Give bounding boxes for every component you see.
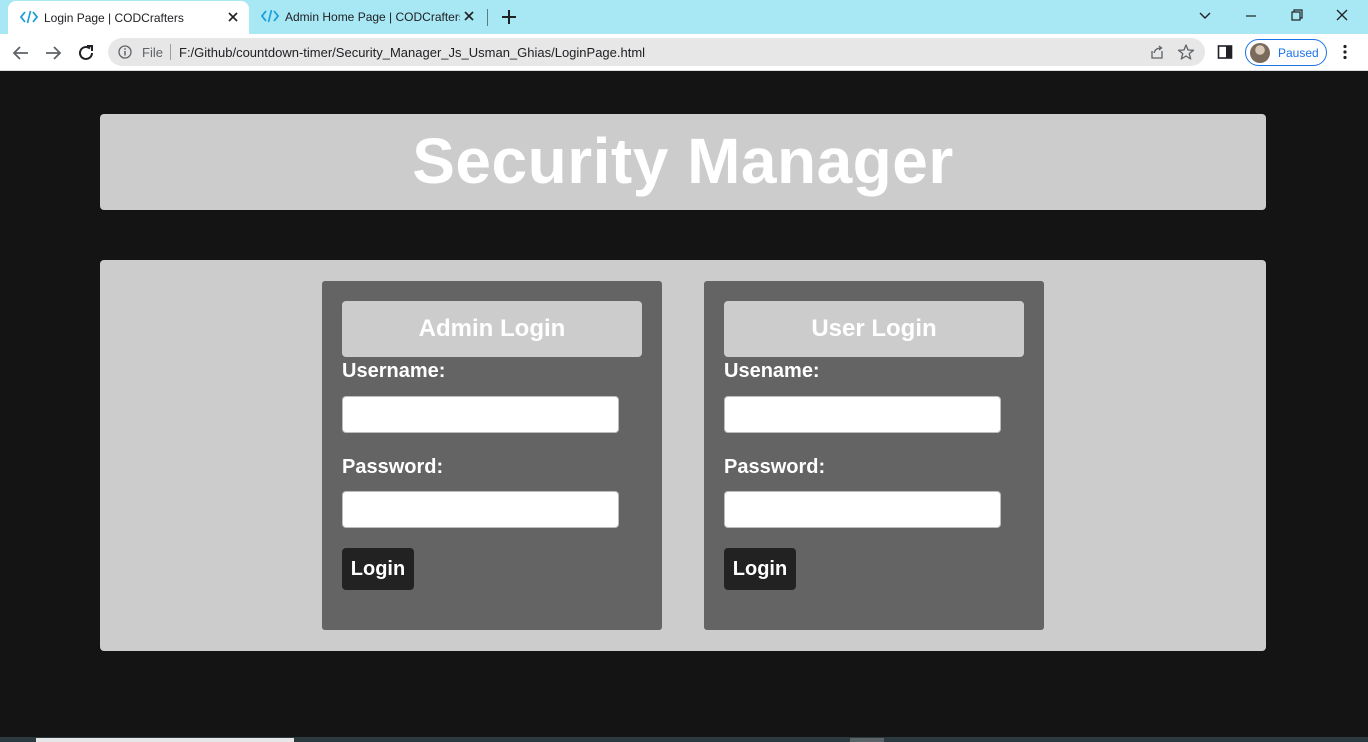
back-arrow-icon[interactable] (10, 42, 32, 64)
code-icon (261, 9, 279, 23)
bookmark-star-icon[interactable] (1177, 43, 1195, 61)
reload-icon[interactable] (75, 42, 97, 64)
profile-status-label: Paused (1278, 46, 1319, 60)
share-icon[interactable] (1149, 44, 1165, 60)
forward-arrow-icon[interactable] (42, 42, 64, 64)
scheme-label: File (142, 45, 163, 60)
admin-username-label: Username: (342, 360, 446, 382)
tab-separator (487, 9, 488, 26)
tab-login-page[interactable]: Login Page | CODCrafters (8, 1, 249, 34)
user-password-input[interactable] (724, 491, 1001, 528)
user-login-button[interactable]: Login (724, 548, 796, 590)
tab-title: Login Page | CODCrafters (44, 11, 184, 25)
admin-password-label: Password: (342, 456, 444, 478)
user-username-label: Usename: (724, 360, 820, 382)
profile-button[interactable]: Paused (1245, 39, 1327, 66)
address-bar[interactable]: File F:/Github/countdown-timer/Security_… (108, 38, 1205, 66)
login-container: Admin Login Username: Password: Login Us… (100, 260, 1266, 651)
close-tab-icon[interactable] (461, 8, 477, 24)
close-tab-icon[interactable] (225, 9, 241, 25)
admin-login-card: Admin Login Username: Password: Login (322, 281, 662, 630)
user-login-heading: User Login (724, 301, 1024, 357)
tab-search-chevron-icon[interactable] (1192, 5, 1218, 25)
side-panel-icon[interactable] (1217, 44, 1233, 60)
info-icon[interactable] (118, 45, 132, 59)
restore-icon[interactable] (1284, 5, 1310, 25)
browser-toolbar: File F:/Github/countdown-timer/Security_… (0, 34, 1368, 71)
user-login-card: User Login Usename: Password: Login (704, 281, 1044, 630)
admin-login-button[interactable]: Login (342, 548, 414, 590)
admin-password-input[interactable] (342, 491, 619, 528)
avatar (1250, 43, 1270, 63)
new-tab-icon[interactable] (499, 7, 519, 27)
admin-username-input[interactable] (342, 396, 619, 433)
user-username-input[interactable] (724, 396, 1001, 433)
tab-strip: Login Page | CODCrafters Admin Home Page… (0, 0, 1368, 34)
more-menu-icon[interactable] (1336, 43, 1354, 61)
address-separator (170, 44, 171, 60)
url-text[interactable]: F:/Github/countdown-timer/Security_Manag… (179, 45, 645, 60)
taskbar-segment (36, 738, 294, 742)
code-icon (20, 10, 38, 24)
taskbar-segment (850, 738, 884, 742)
user-password-label: Password: (724, 456, 826, 478)
minimize-icon[interactable] (1238, 5, 1264, 25)
taskbar-edge (0, 737, 1368, 742)
admin-login-heading: Admin Login (342, 301, 642, 357)
close-window-icon[interactable] (1329, 5, 1355, 25)
tab-title: Admin Home Page | CODCrafters (285, 10, 460, 24)
page-title: Security Manager (412, 125, 954, 197)
header-banner: Security Manager (100, 114, 1266, 210)
tab-admin-home-page[interactable]: Admin Home Page | CODCrafters (249, 0, 487, 34)
